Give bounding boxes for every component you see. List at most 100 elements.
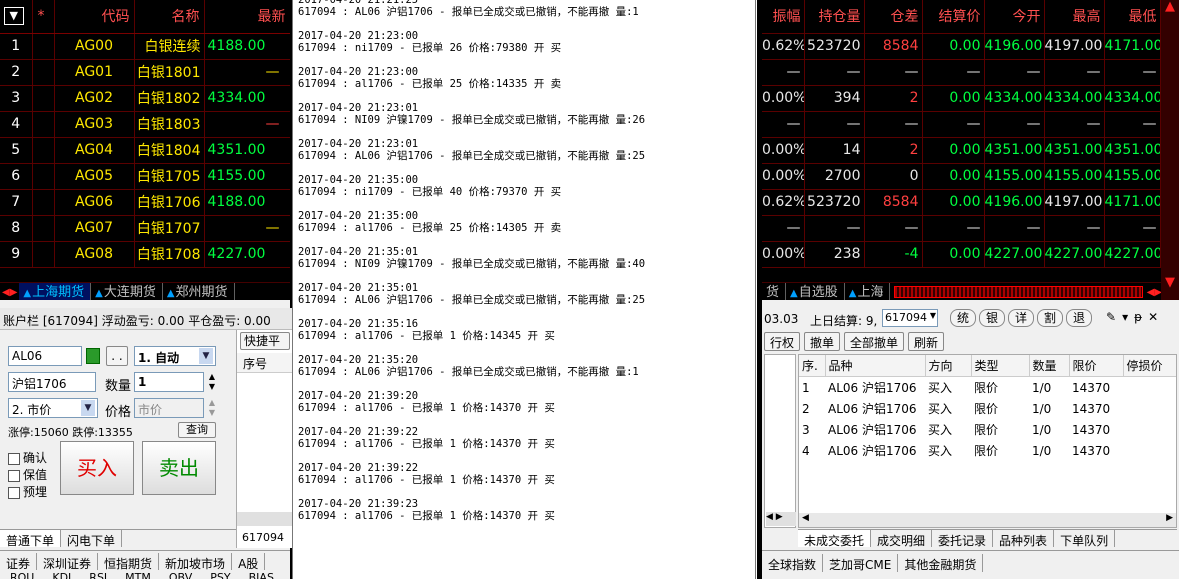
arrow-left-right-icon[interactable]: ◀▶ — [1147, 287, 1162, 298]
qty-stepper[interactable]: ▲ ▼ — [206, 372, 218, 392]
lock-icon[interactable] — [86, 348, 100, 364]
side-hscroll[interactable] — [237, 512, 292, 526]
tool-icon[interactable]: ✎ — [1106, 310, 1116, 324]
price-input[interactable]: 市价 — [134, 398, 204, 418]
tab-goods[interactable]: 货 — [762, 283, 787, 300]
footer-tab[interactable]: 新加坡市场 — [159, 553, 233, 570]
quote-row[interactable]: 1 AG00 白银连续 4188.00 — [0, 33, 290, 60]
orders-header[interactable]: 限价 — [1069, 355, 1124, 377]
order-row[interactable]: 4 AL06 沪铝1706 买入 限价 1/0 14370 — [799, 440, 1176, 461]
close-icon[interactable]: ✕ — [1148, 310, 1158, 324]
account-button[interactable]: 详 — [1008, 309, 1034, 327]
confirm-checkbox[interactable]: 确认 — [8, 449, 47, 466]
indicator-tab[interactable]: RSI — [89, 571, 107, 579]
contract-browse-button[interactable]: . . — [106, 346, 128, 366]
footer-tab[interactable]: 恒指期货 — [98, 553, 160, 570]
contract-input[interactable]: AL06 — [8, 346, 82, 366]
rq-row[interactable]: 0.00% 2700 0 0.00 4155.00 4155.00 4155.00 — [762, 163, 1161, 190]
rq-header[interactable]: 今开 — [984, 0, 1045, 34]
footer-tab[interactable]: 证券 — [0, 553, 38, 570]
scroll-down-icon[interactable]: ▼ — [1161, 276, 1179, 290]
scroll-up-icon[interactable]: ▲ — [1161, 0, 1179, 14]
rq-row[interactable]: 0.00% 238 -4 0.00 4227.00 4227.00 4227.00 — [762, 241, 1161, 268]
orders-tab[interactable]: 委托记录 — [932, 530, 994, 547]
account-button[interactable]: 银 — [979, 309, 1005, 327]
quote-row[interactable]: 2 AG01 白银1801 — — [0, 59, 290, 86]
footer-right-tab[interactable]: 其他金融期货 — [898, 554, 984, 572]
chevron-down-icon[interactable]: ▼ — [930, 311, 936, 320]
quote-row[interactable]: 6 AG05 白银1705 4155.00 — [0, 163, 290, 190]
footer-right-tab[interactable]: 全球指数 — [762, 554, 824, 572]
quote-row[interactable]: 4 AG03 白银1803 — — [0, 111, 290, 138]
rq-row[interactable]: 0.62% 523720 8584 0.00 4196.00 4197.00 4171.00 — [762, 189, 1161, 216]
indicator-tab[interactable]: OBV — [169, 571, 192, 579]
header-last[interactable]: 最新 — [204, 0, 290, 34]
rq-header[interactable]: 仓差 — [864, 0, 923, 34]
tab-watchlist[interactable]: ▲自选股 — [786, 283, 845, 300]
buy-button[interactable]: 买入 — [60, 441, 134, 495]
chevron-down-icon[interactable]: ▾ — [1122, 310, 1128, 324]
rq-header[interactable]: 持仓量 — [804, 0, 865, 34]
qty-input[interactable]: 1 — [134, 372, 204, 392]
rq-row[interactable]: 0.00% 14 2 0.00 4351.00 4351.00 4351.00 — [762, 137, 1161, 164]
indicator-tab[interactable]: BIAS — [249, 571, 274, 579]
exercise-button[interactable]: 行权 — [764, 332, 801, 351]
account-button[interactable]: 退 — [1066, 309, 1092, 327]
order-row[interactable]: 3 AL06 沪铝1706 买入 限价 1/0 14370 — [799, 419, 1176, 440]
footer-tab[interactable]: 深圳证券 — [37, 553, 99, 570]
rq-row[interactable]: — — — — — — — — [762, 111, 1161, 138]
tab-zhengzhou-futures[interactable]: ▲郑州期货 — [163, 283, 235, 300]
query-button[interactable]: 查询 — [178, 422, 216, 438]
hedge-checkbox[interactable]: 保值 — [8, 466, 47, 483]
account-button[interactable]: 统 — [950, 309, 976, 327]
quote-row[interactable]: 3 AG02 白银1802 4334.00 — [0, 85, 290, 112]
orders-header[interactable]: 方向 — [925, 355, 972, 377]
rq-header[interactable]: 最高 — [1044, 0, 1105, 34]
orders-hscroll[interactable]: ◀ ▶ — [799, 513, 1176, 527]
tab-flash-order[interactable]: 闪电下单 — [61, 530, 123, 547]
price-stepper[interactable]: ▲ ▼ — [206, 398, 218, 418]
account-button[interactable]: 割 — [1037, 309, 1063, 327]
orders-header[interactable]: 类型 — [971, 355, 1030, 377]
account-select[interactable]: 617094 ▼ — [882, 309, 938, 327]
vertical-scrollbar[interactable]: ▲ ▼ — [1161, 0, 1179, 300]
cancel-all-button[interactable]: 全部撤单 — [844, 332, 905, 351]
order-row[interactable]: 1 AL06 沪铝1706 买入 限价 1/0 14370 — [799, 377, 1176, 399]
orders-tab[interactable]: 成交明细 — [871, 530, 933, 547]
chevron-down-icon[interactable]: ▼ — [81, 400, 95, 416]
sell-button[interactable]: 卖出 — [142, 441, 216, 495]
orders-tab[interactable]: 下单队列 — [1054, 530, 1116, 547]
mode-select[interactable]: 1. 自动 ▼ — [134, 346, 216, 366]
tab-shanghai[interactable]: ▲上海 — [845, 283, 891, 300]
rq-row[interactable]: 0.00% 394 2 0.00 4334.00 4334.00 4334.00 — [762, 85, 1161, 112]
rq-header[interactable]: 结算价 — [922, 0, 985, 34]
indicator-tab[interactable]: KDJ — [52, 571, 71, 579]
indicator-tab[interactable]: ROU — [10, 571, 34, 579]
indicator-tab[interactable]: PSY — [210, 571, 230, 579]
footer-tab[interactable]: A股 — [232, 553, 266, 570]
orders-header[interactable]: 停损价 — [1123, 355, 1176, 377]
rq-row[interactable]: — — — — — — — — [762, 59, 1161, 86]
quote-row[interactable]: 8 AG07 白银1707 — — [0, 215, 290, 242]
refresh-button[interactable]: 刷新 — [908, 332, 945, 351]
pin-icon[interactable]: ᵽ — [1134, 310, 1142, 324]
rq-row[interactable]: 0.62% 523720 8584 0.00 4196.00 4197.00 4171.00 — [762, 33, 1161, 60]
rq-row[interactable]: — — — — — — — — [762, 215, 1161, 242]
quote-row[interactable]: 5 AG04 白银1804 4351.00 — [0, 137, 290, 164]
quote-row[interactable]: 7 AG06 白银1706 4188.00 — [0, 189, 290, 216]
pre-checkbox[interactable]: 预埋 — [8, 483, 47, 500]
arrow-left-icon[interactable]: ◀▶ — [0, 287, 19, 298]
orders-tab[interactable]: 品种列表 — [993, 530, 1055, 547]
sort-icon[interactable]: ▼ — [0, 0, 33, 34]
cancel-button[interactable]: 撤单 — [804, 332, 841, 351]
left-grid-hscroll[interactable]: ◀ ▶ — [766, 512, 796, 526]
orders-header[interactable]: 数量 — [1029, 355, 1070, 377]
order-row[interactable]: 2 AL06 沪铝1706 买入 限价 1/0 14370 — [799, 398, 1176, 419]
rq-header[interactable]: 振幅 — [762, 0, 805, 34]
orders-header[interactable]: 序. — [799, 355, 826, 377]
orders-tab[interactable]: 未成交委托 — [798, 530, 872, 547]
header-name[interactable]: 名称 — [134, 0, 205, 34]
footer-right-tab[interactable]: 芝加哥CME — [823, 554, 899, 572]
chevron-down-icon[interactable]: ▼ — [199, 348, 213, 364]
horizontal-scrollbar[interactable] — [894, 286, 1143, 298]
